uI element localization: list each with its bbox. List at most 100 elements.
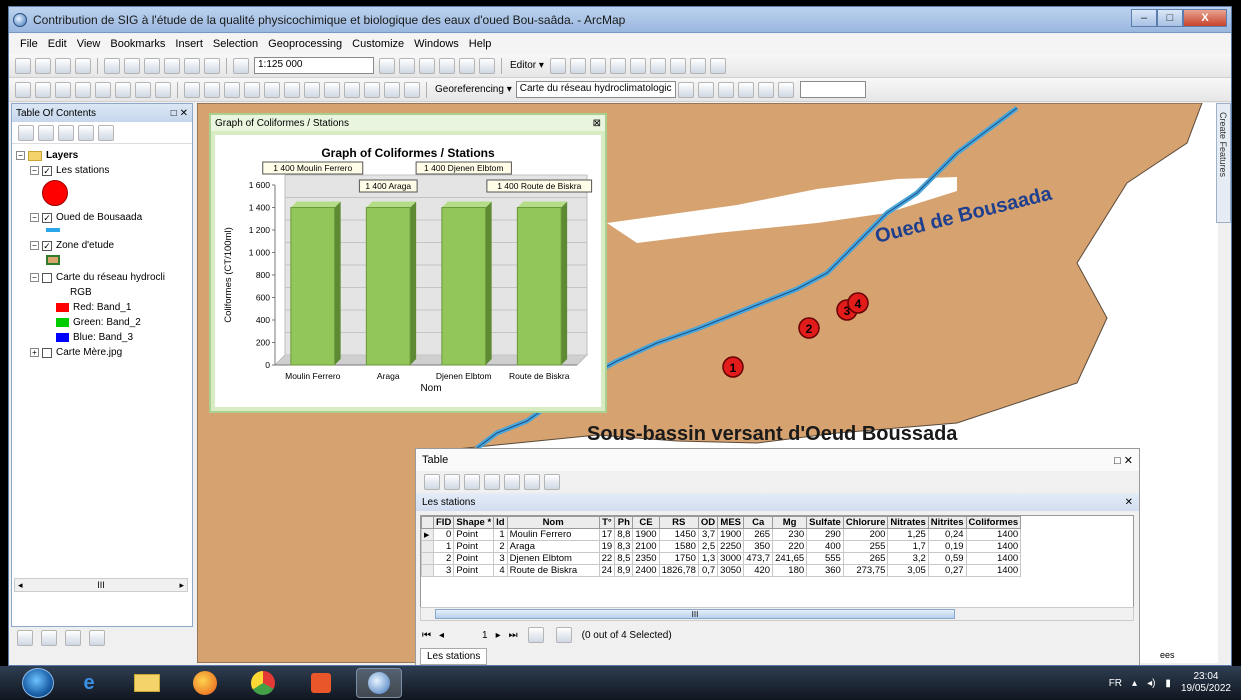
maximize-button[interactable]: □ (1157, 9, 1183, 27)
pause-drawing-icon[interactable] (89, 630, 105, 646)
volume-icon[interactable]: ◂) (1147, 678, 1155, 689)
toc-layer-zone[interactable]: − ✓ Zone d'etude (16, 238, 188, 253)
add-data-icon[interactable] (233, 57, 249, 74)
point-icon[interactable] (629, 57, 646, 74)
toc-layer-les-stations[interactable]: − ✓ Les stations (16, 163, 188, 178)
toc-layer-carte-mere[interactable]: + Carte Mère.jpg (16, 345, 188, 360)
show-hidden-icons-icon[interactable]: ▴ (1132, 678, 1137, 689)
hyperlink-icon[interactable] (264, 81, 280, 98)
clock[interactable]: 23:04 19/05/2022 (1181, 671, 1231, 695)
shift-layer-icon[interactable] (717, 81, 734, 98)
menu-windows[interactable]: Windows (409, 38, 464, 50)
arctoolbox-icon[interactable] (459, 57, 475, 74)
html-popup-icon[interactable] (284, 81, 300, 98)
editor-toolbar-icon[interactable] (379, 57, 395, 74)
split-icon[interactable] (649, 57, 666, 74)
previous-record-button[interactable]: ◂ (439, 630, 444, 641)
media-player-icon[interactable] (298, 668, 344, 698)
attributes-icon[interactable] (689, 57, 706, 74)
straight-segment-icon[interactable] (589, 57, 606, 74)
table-options-icon[interactable] (424, 474, 440, 490)
scale-layer-icon[interactable] (737, 81, 754, 98)
attribute-grid[interactable]: FID Shape * Id Nom T° Ph CE RS OD MES Ca… (420, 515, 1134, 611)
menu-bookmarks[interactable]: Bookmarks (105, 38, 170, 50)
open-folder-icon[interactable] (35, 57, 51, 74)
expand-icon[interactable]: + (30, 348, 39, 357)
find-route-icon[interactable] (344, 81, 360, 98)
column-header[interactable]: MES (717, 516, 745, 529)
find-icon[interactable] (324, 81, 340, 98)
print-icon[interactable] (75, 57, 91, 74)
collapse-icon[interactable]: − (30, 213, 39, 222)
layout-view-icon[interactable] (41, 630, 57, 646)
clear-table-selection-icon[interactable] (504, 474, 520, 490)
create-features-side-tab[interactable]: Create Features (1216, 103, 1231, 223)
station-marker-2[interactable]: 2 (798, 317, 820, 339)
save-icon[interactable] (55, 57, 71, 74)
collapse-icon[interactable]: − (30, 241, 39, 250)
toc-layer-carte-reseau[interactable]: − Carte du réseau hydrocli (16, 270, 188, 285)
select-features-icon[interactable] (184, 81, 200, 98)
time-slider-icon[interactable] (384, 81, 400, 98)
list-by-visibility-icon[interactable] (58, 124, 74, 141)
table-layer-close-button[interactable]: ✕ (1125, 497, 1133, 508)
collapse-icon[interactable]: − (30, 166, 39, 175)
list-by-drawing-order-icon[interactable] (18, 124, 34, 141)
python-icon[interactable] (479, 57, 495, 74)
list-by-source-icon[interactable] (38, 124, 54, 141)
table-scroll-thumb[interactable]: III (435, 609, 955, 619)
chrome-icon[interactable] (240, 668, 286, 698)
georeferencing-menu[interactable]: Georeferencing ▾ (435, 84, 512, 95)
column-header[interactable]: Sulfate (806, 516, 844, 529)
measure-icon[interactable] (304, 81, 320, 98)
column-header[interactable]: Shape * (453, 516, 495, 529)
station-marker-1[interactable]: 1 (722, 356, 744, 378)
column-header[interactable]: Id (493, 516, 508, 529)
trace-icon[interactable] (609, 57, 626, 74)
back-extent-icon[interactable] (135, 81, 151, 98)
map-scale-combo[interactable]: 1:125 000 (254, 57, 374, 74)
menu-edit[interactable]: Edit (43, 38, 72, 50)
search-window-icon[interactable] (439, 57, 455, 74)
collapse-icon[interactable]: − (16, 151, 25, 160)
go-to-xy-icon[interactable] (364, 81, 380, 98)
full-extent-icon[interactable] (75, 81, 91, 98)
related-tables-icon[interactable] (444, 474, 460, 490)
network-icon[interactable]: ▮ (1165, 678, 1171, 689)
first-record-button[interactable]: ⏮ (422, 630, 431, 641)
language-indicator[interactable]: FR (1109, 678, 1122, 689)
forward-extent-icon[interactable] (155, 81, 171, 98)
georeferencing-layer-combo[interactable]: Carte du réseau hydroclimatologic (515, 81, 676, 98)
column-header[interactable]: T° (598, 516, 616, 529)
table-row[interactable]: ▶ 0 Point 1 Moulin Ferrero 17 8,8 1900 1… (421, 528, 1022, 541)
copy-icon[interactable] (124, 57, 140, 74)
cut-icon[interactable] (104, 57, 120, 74)
graph-window-close-button[interactable]: ⊠ (593, 118, 601, 129)
column-header[interactable]: Chlorure (842, 516, 889, 529)
scroll-thumb[interactable]: III (97, 578, 105, 592)
column-header[interactable]: Ca (743, 516, 774, 529)
table-tab-les-stations[interactable]: Les stations (420, 648, 488, 665)
table-horizontal-scrollbar[interactable]: III (420, 607, 1134, 621)
column-header[interactable]: OD (697, 516, 719, 529)
fixed-zoom-out-icon[interactable] (115, 81, 131, 98)
toc-layer-oued[interactable]: − ✓ Oued de Bousaada (16, 210, 188, 225)
menu-geoprocessing[interactable]: Geoprocessing (263, 38, 347, 50)
row-selector[interactable] (421, 540, 434, 553)
show-all-records-icon[interactable] (527, 627, 544, 643)
column-header[interactable]: Mg (772, 516, 808, 529)
zoom-in-icon[interactable] (15, 81, 31, 98)
table-row[interactable]: 2 Point 3 Djenen Elbtom 22 8,5 2350 1750… (421, 552, 1022, 565)
menu-selection[interactable]: Selection (208, 38, 263, 50)
editor-menu[interactable]: Editor ▾ (510, 60, 544, 71)
minimize-button[interactable]: – (1131, 9, 1157, 27)
table-row[interactable]: 1 Point 2 Araga 19 8,3 2100 1580 2,5 225… (421, 540, 1022, 553)
redo-icon[interactable] (204, 57, 220, 74)
layer-visibility-checkbox[interactable]: ✓ (42, 212, 52, 223)
sketch-properties-icon[interactable] (709, 57, 726, 74)
close-button[interactable]: X (1183, 9, 1227, 27)
identify-icon[interactable] (244, 81, 260, 98)
toc-horizontal-scrollbar[interactable]: ◂ III ▸ (14, 578, 188, 592)
zoom-to-selected-icon[interactable] (524, 474, 540, 490)
toc-close-button[interactable]: □ ✕ (171, 108, 188, 119)
